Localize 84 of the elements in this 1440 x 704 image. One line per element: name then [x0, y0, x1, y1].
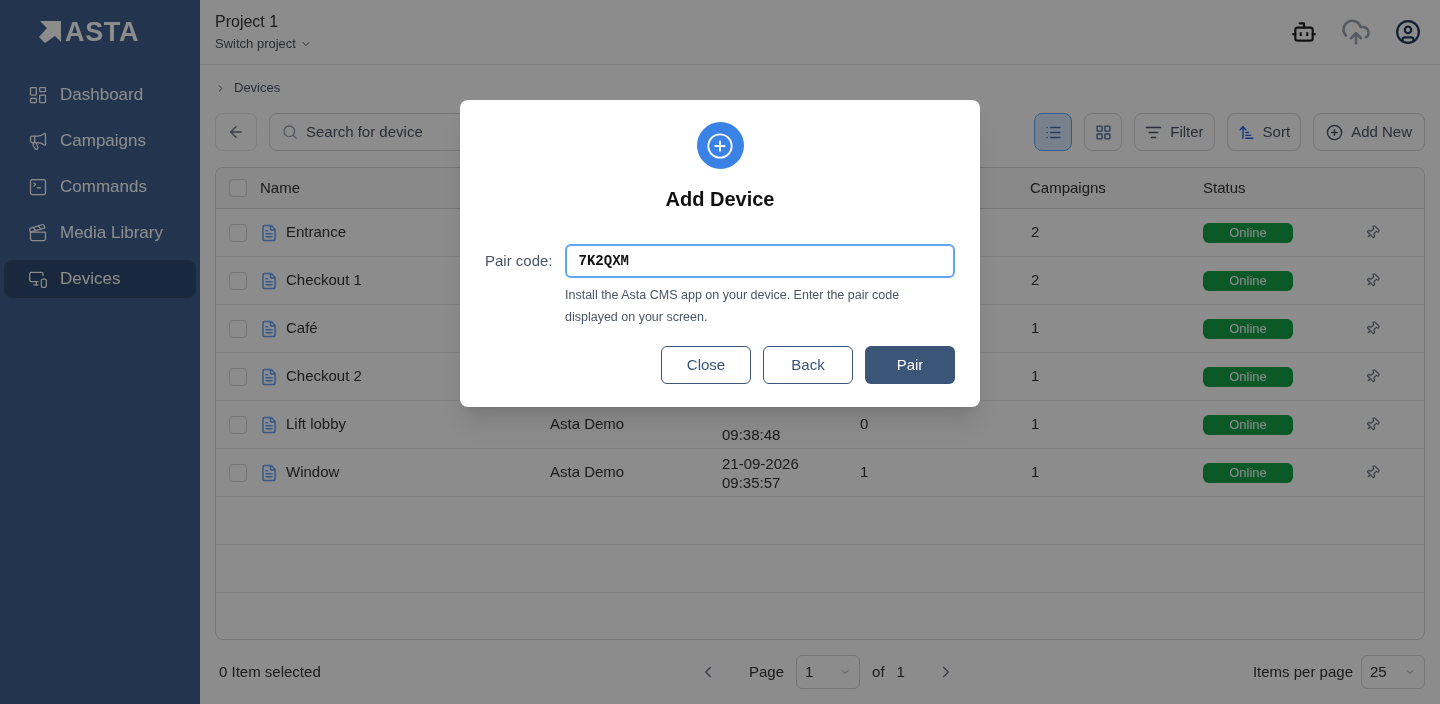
- table-cell-text: 09:35:57: [722, 472, 782, 492]
- file-icon: [260, 319, 278, 338]
- dialog-button[interactable]: Close: [661, 346, 751, 384]
- sidebar-item[interactable]: Dashboard: [4, 76, 196, 114]
- search-input[interactable]: Search for device: [306, 120, 456, 144]
- page-count: 1: [896, 661, 905, 682]
- status-badge: Online: [1203, 222, 1293, 243]
- status-badge: Online: [1203, 318, 1293, 339]
- device-name[interactable]: Lift lobby: [286, 413, 347, 436]
- items-per-page-label: Items per page: [1252, 661, 1353, 682]
- field-label: Pair code:: [485, 250, 553, 271]
- status-badge: Online: [1203, 414, 1293, 435]
- sidebar-item[interactable]: Campaigns: [4, 122, 196, 160]
- add-icon: [696, 122, 744, 169]
- page-select[interactable]: 1: [796, 655, 861, 689]
- file-icon: [260, 223, 278, 242]
- status-badge: Online: [1203, 366, 1293, 387]
- logo: ASTA: [65, 15, 140, 49]
- status-badge: Online: [1203, 270, 1293, 291]
- grid-icon: [1094, 123, 1112, 141]
- checkbox[interactable]: [229, 271, 247, 290]
- checkbox[interactable]: [229, 463, 247, 482]
- file-icon: [260, 367, 278, 386]
- dialog-button[interactable]: Back: [763, 346, 853, 384]
- help-text: Install the Asta CMS app on your device. Enter the pair code displayed on your screen.: [565, 287, 901, 326]
- table-cell-text: 2: [1031, 270, 1041, 291]
- of-label: of: [872, 661, 885, 682]
- table-cell-text: 1: [1031, 318, 1041, 339]
- checkbox[interactable]: [229, 319, 247, 338]
- sidebar-item[interactable]: Commands: [4, 168, 196, 206]
- dialog-button[interactable]: Pair: [865, 346, 955, 384]
- checkbox[interactable]: [229, 223, 247, 242]
- devices-icon: [28, 269, 48, 289]
- megaphone-icon: [28, 131, 48, 151]
- user-avatar-icon[interactable]: [1395, 19, 1421, 45]
- terminal-icon: [28, 177, 48, 197]
- dialog-title: Add Device: [665, 187, 775, 212]
- file-icon: [260, 271, 278, 290]
- dashboard-icon: [28, 85, 48, 105]
- table-cell-text: 0: [860, 414, 870, 435]
- device-name[interactable]: Checkout 2: [286, 365, 362, 388]
- search-icon: [282, 124, 298, 140]
- cloud-upload-icon[interactable]: [1341, 17, 1371, 47]
- device-name[interactable]: Entrance: [286, 221, 347, 244]
- plus-circle-icon: [1326, 123, 1344, 141]
- column-header[interactable]: Campaigns: [1030, 176, 1203, 200]
- sidebar-item[interactable]: Devices: [4, 260, 196, 298]
- table-cell-text: 1: [860, 462, 870, 483]
- file-icon: [260, 463, 278, 482]
- checkbox[interactable]: [229, 415, 247, 434]
- table-cell-text: Asta Demo: [550, 414, 626, 435]
- page-label: Page: [749, 661, 785, 682]
- device-name[interactable]: Checkout 1: [286, 269, 362, 292]
- breadcrumb-item[interactable]: Devices: [234, 78, 281, 98]
- sidebar-item[interactable]: Media Library: [4, 214, 196, 252]
- sort-button[interactable]: Sort: [1226, 113, 1302, 151]
- pair-code-field[interactable]: 7K2QXM: [564, 244, 955, 278]
- back-button[interactable]: [215, 113, 257, 151]
- table-cell-text: 1: [1031, 462, 1041, 483]
- table-cell-text: Asta Demo: [550, 462, 626, 483]
- filter-button[interactable]: Filter: [1134, 113, 1215, 151]
- items-per-page-select[interactable]: 25: [1361, 655, 1425, 689]
- file-icon: [260, 415, 278, 434]
- checkbox[interactable]: [229, 367, 247, 386]
- table-cell-text: 21-09-2026: [722, 453, 800, 473]
- table-cell-text: 1: [1031, 366, 1041, 387]
- sort-icon: [1237, 123, 1255, 141]
- table-cell-text: 1: [1031, 414, 1041, 435]
- selection-count: 0 Item selected: [219, 661, 322, 682]
- switch-project-button[interactable]: Switch project: [215, 34, 312, 54]
- table-cell-text: 2: [1031, 222, 1041, 243]
- logo-arrow-icon: [37, 21, 61, 43]
- grid-view-button[interactable]: [1084, 113, 1123, 151]
- project-title: Project 1: [215, 12, 280, 33]
- add-new-button[interactable]: Add New: [1313, 113, 1425, 151]
- checkbox[interactable]: [229, 179, 247, 197]
- column-header[interactable]: Status: [1203, 176, 1246, 200]
- media-icon: [28, 223, 48, 243]
- status-badge: Online: [1203, 462, 1293, 483]
- table-cell-text: 09:38:48: [722, 424, 782, 444]
- robot-icon[interactable]: [1291, 19, 1317, 45]
- device-name[interactable]: Window: [286, 461, 340, 484]
- list-view-button[interactable]: [1034, 113, 1073, 151]
- device-name[interactable]: Café: [286, 317, 318, 340]
